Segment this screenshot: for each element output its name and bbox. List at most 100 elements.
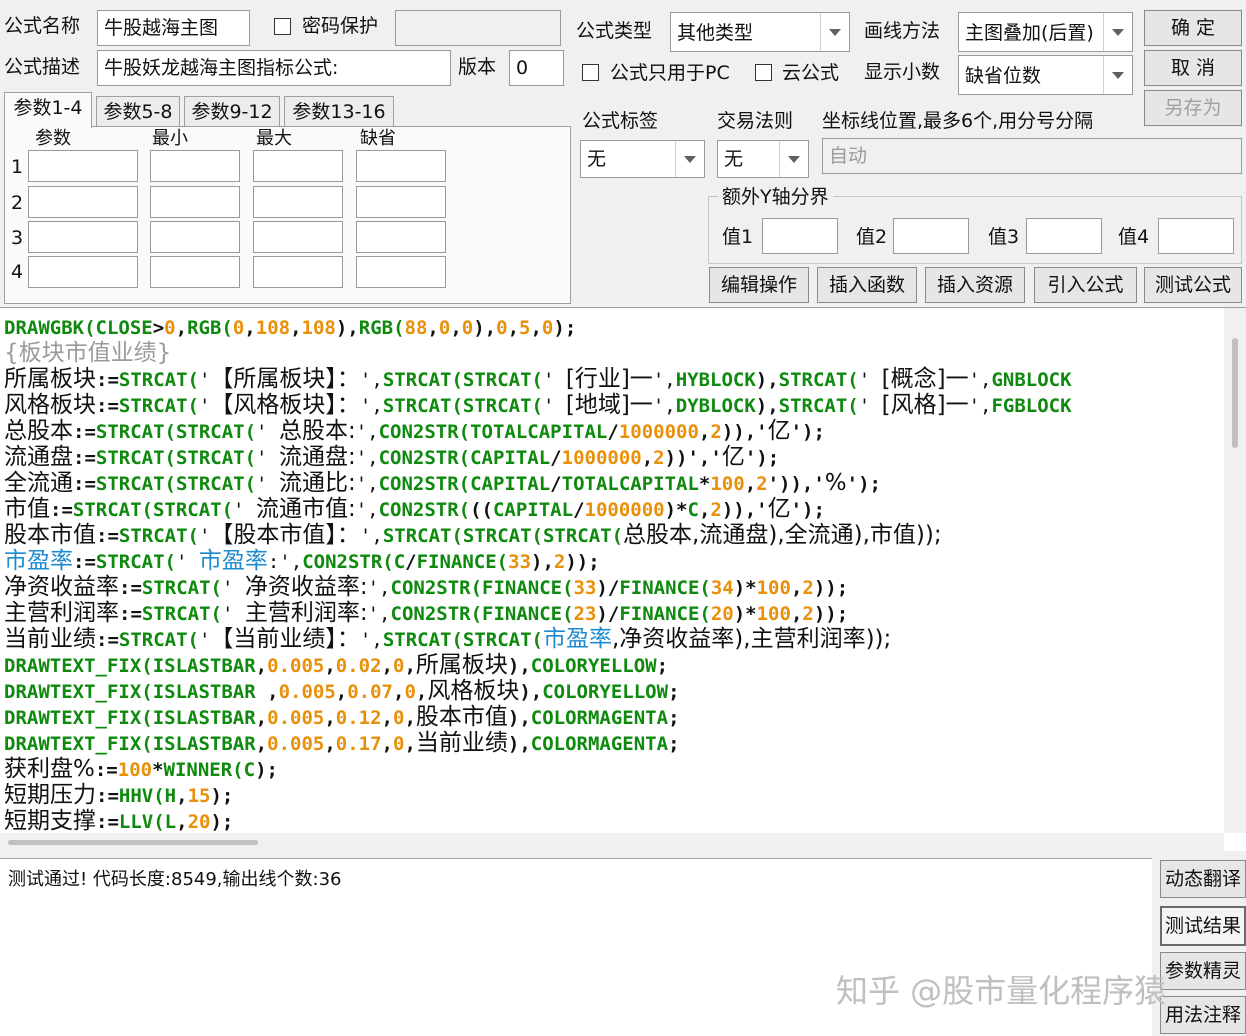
code-token: ', xyxy=(359,525,383,547)
code-line[interactable]: 市值:=STRCAT(STRCAT(' 流通市值:',CON2STR(((CAP… xyxy=(4,496,1222,522)
save-as-button[interactable]: 另存为 xyxy=(1144,90,1242,126)
code-token: ); xyxy=(255,759,278,781)
code-token: GNBLOCK xyxy=(991,369,1072,391)
tab-params-9-12[interactable]: 参数9-12 xyxy=(184,96,280,126)
code-line[interactable]: 短期压力:=HHV(H,15); xyxy=(4,782,1222,808)
code-token: 88 xyxy=(404,317,428,339)
code-token: )); xyxy=(813,603,849,625)
tab-params-1-4[interactable]: 参数1-4 xyxy=(4,92,92,128)
cloud-formula-checkbox[interactable] xyxy=(755,64,772,81)
code-line[interactable]: DRAWTEXT_FIX(ISLASTBAR,0.005,0.17,0,当前业绩… xyxy=(4,730,1222,756)
code-line[interactable]: DRAWTEXT_FIX(ISLASTBAR,0.005,0.12,0,股本市值… xyxy=(4,704,1222,730)
param-3-default-input[interactable] xyxy=(356,221,446,253)
usage-notes-button[interactable]: 用法注释 xyxy=(1160,996,1246,1034)
chevron-down-icon xyxy=(675,141,704,177)
param-wizard-button[interactable]: 参数精灵 xyxy=(1160,952,1246,990)
param-4-min-input[interactable] xyxy=(150,256,240,288)
param-2-min-input[interactable] xyxy=(150,186,240,218)
code-token: 1000000 xyxy=(584,499,665,521)
y-value-2-input[interactable] xyxy=(893,218,969,254)
code-line[interactable]: 净资收益率:=STRCAT(' 净资收益率:',CON2STR(FINANCE(… xyxy=(4,574,1222,600)
param-3-name-input[interactable] xyxy=(28,221,138,253)
tab-params-5-8[interactable]: 参数5-8 xyxy=(96,96,180,126)
param-2-max-input[interactable] xyxy=(253,186,343,218)
code-token: ), xyxy=(507,655,531,677)
code-token: , xyxy=(381,655,393,677)
param-4-max-input[interactable] xyxy=(253,256,343,288)
code-line[interactable]: 获利盘%:=100*WINNER(C); xyxy=(4,756,1222,782)
ok-button[interactable]: 确 定 xyxy=(1144,10,1242,46)
code-token: ; xyxy=(668,681,680,703)
param-2-default-input[interactable] xyxy=(356,186,446,218)
param-4-default-input[interactable] xyxy=(356,256,446,288)
version-input[interactable]: 0 xyxy=(509,50,564,86)
param-3-min-input[interactable] xyxy=(150,221,240,253)
code-token: , xyxy=(335,681,348,703)
axis-position-input[interactable]: 自动 xyxy=(822,138,1242,174)
draw-method-select[interactable]: 主图叠加(后置) xyxy=(958,12,1133,52)
insert-function-button[interactable]: 插入函数 xyxy=(817,267,917,303)
code-token: 当前业绩 xyxy=(4,626,96,652)
param-1-default-input[interactable] xyxy=(356,150,446,182)
code-token: , xyxy=(324,655,336,677)
code-token: 0 xyxy=(393,655,405,677)
param-1-name-input[interactable] xyxy=(28,150,138,182)
code-line[interactable]: {板块市值业绩} xyxy=(4,340,1222,366)
import-formula-button[interactable]: 引入公式 xyxy=(1034,267,1137,303)
pc-only-checkbox[interactable] xyxy=(582,64,599,81)
y-value-1-input[interactable] xyxy=(762,218,838,254)
code-line[interactable]: 总股本:=STRCAT(STRCAT(' 总股本:',CON2STR(TOTAL… xyxy=(4,418,1222,444)
code-line[interactable]: 流通盘:=STRCAT(STRCAT(' 流通盘:',CON2STR(CAPIT… xyxy=(4,444,1222,470)
cancel-button[interactable]: 取 消 xyxy=(1144,50,1242,86)
password-checkbox[interactable] xyxy=(274,18,291,35)
password-input[interactable] xyxy=(395,10,561,46)
vertical-scrollbar[interactable] xyxy=(1224,308,1246,833)
code-token: ), xyxy=(473,317,497,339)
code-line[interactable]: 股本市值:=STRCAT('【股本市值】：',STRCAT(STRCAT(STR… xyxy=(4,522,1222,548)
edit-operation-button[interactable]: 编辑操作 xyxy=(709,267,809,303)
y-value-3-input[interactable] xyxy=(1026,218,1102,254)
insert-resource-button[interactable]: 插入资源 xyxy=(925,267,1025,303)
code-line[interactable]: 主营利润率:=STRCAT(' 主营利润率:',CON2STR(FINANCE(… xyxy=(4,600,1222,626)
code-editor[interactable]: DRAWGBK(CLOSE>0,RGB(0,108,108),RGB(88,0,… xyxy=(0,307,1246,851)
code-token: := xyxy=(96,369,119,391)
y-value-4-input[interactable] xyxy=(1158,218,1234,254)
code-line[interactable]: 风格板块:=STRCAT('【风格板块】：',STRCAT(STRCAT(' [… xyxy=(4,392,1222,418)
code-token: 主营利润率 xyxy=(4,600,119,626)
param-1-max-input[interactable] xyxy=(253,150,343,182)
code-line[interactable]: DRAWTEXT_FIX(ISLASTBAR,0.005,0.02,0,所属板块… xyxy=(4,652,1222,678)
scrollbar-thumb[interactable] xyxy=(8,840,258,845)
decimal-select[interactable]: 缺省位数 xyxy=(958,55,1133,95)
code-line[interactable]: 全流通:=STRCAT(STRCAT(' 流通比:',CON2STR(CAPIT… xyxy=(4,470,1222,496)
code-token: 0.005 xyxy=(267,655,325,677)
dynamic-translate-button[interactable]: 动态翻译 xyxy=(1160,860,1246,898)
param-1-min-input[interactable] xyxy=(150,150,240,182)
code-token: 流通盘 xyxy=(4,444,73,470)
code-token: STRCAT( xyxy=(382,525,463,547)
code-line[interactable]: DRAWTEXT_FIX(ISLASTBAR ,0.005,0.07,0,风格板… xyxy=(4,678,1222,704)
test-formula-button[interactable]: 测试公式 xyxy=(1144,267,1242,303)
code-line[interactable]: 所属板块:=STRCAT('【所属板块】：',STRCAT(STRCAT(' [… xyxy=(4,366,1222,392)
horizontal-scrollbar[interactable] xyxy=(0,833,1224,851)
code-line[interactable]: 短期支撑:=LLV(L,20); xyxy=(4,808,1222,834)
formula-tag-select[interactable]: 无 xyxy=(580,140,705,178)
scrollbar-thumb[interactable] xyxy=(1232,338,1238,448)
code-line[interactable]: 市盈率:=STRCAT(' 市盈率:',CON2STR(C/FINANCE(33… xyxy=(4,548,1222,574)
param-2-name-input[interactable] xyxy=(28,186,138,218)
code-token: [行业]一 xyxy=(565,366,653,392)
code-token: 【股本市值】： xyxy=(210,522,360,548)
trade-rule-select[interactable]: 无 xyxy=(717,140,809,178)
code-line[interactable]: 当前业绩:=STRCAT('【当前业绩】：',STRCAT(STRCAT(市盈率… xyxy=(4,626,1222,652)
formula-desc-input[interactable]: 牛股妖龙越海主图指标公式: xyxy=(97,50,451,86)
formula-type-select[interactable]: 其他类型 xyxy=(670,12,850,52)
tab-params-13-16[interactable]: 参数13-16 xyxy=(284,96,394,126)
code-token: H xyxy=(164,785,177,807)
test-result-text: 测试通过! 代码长度:8549,输出线个数:36 xyxy=(8,869,342,890)
param-4-name-input[interactable] xyxy=(28,256,138,288)
code-text[interactable]: DRAWGBK(CLOSE>0,RGB(0,108,108),RGB(88,0,… xyxy=(4,314,1222,834)
code-line[interactable]: DRAWGBK(CLOSE>0,RGB(0,108,108),RGB(88,0,… xyxy=(4,314,1222,340)
test-result-button[interactable]: 测试结果 xyxy=(1160,906,1246,946)
param-3-max-input[interactable] xyxy=(253,221,343,253)
formula-name-input[interactable]: 牛股越海主图 xyxy=(97,10,250,46)
code-token: := xyxy=(96,525,119,547)
